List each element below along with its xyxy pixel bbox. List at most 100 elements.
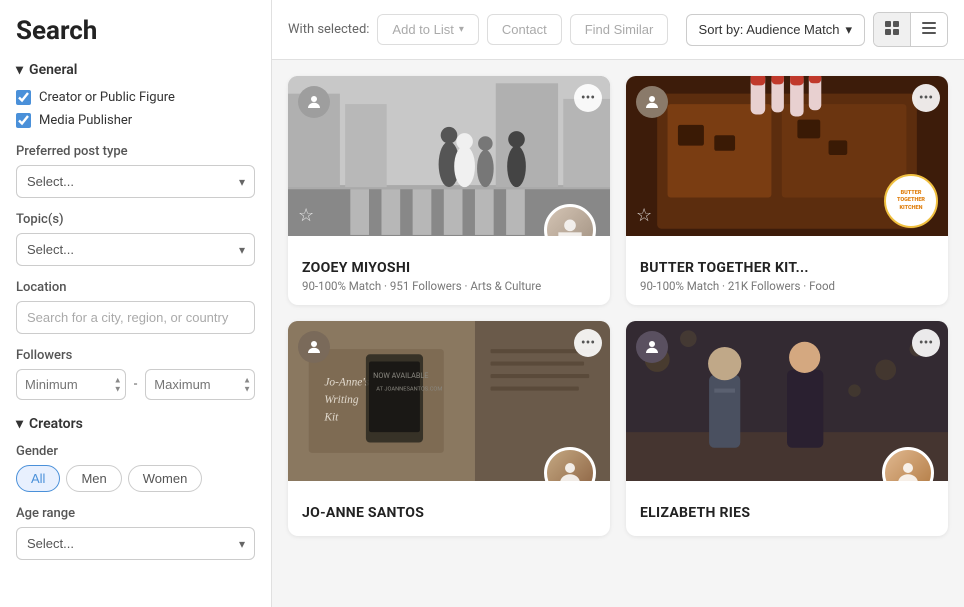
chevron-down-icon: ▾ bbox=[16, 62, 23, 78]
card-1-name: ZOOEY MIYOSHI bbox=[302, 260, 596, 276]
contact-button[interactable]: Contact bbox=[487, 14, 562, 45]
with-selected-label: With selected: bbox=[288, 22, 369, 37]
followers-max-wrap: ▲ ▼ bbox=[145, 369, 255, 400]
creator-card-1[interactable]: ••• ☆ ZOOEY MIYOSHI 90-100% Match · 951 … bbox=[288, 76, 610, 305]
preferred-post-select-wrapper: Select... ▾ bbox=[16, 165, 255, 198]
contact-label: Contact bbox=[502, 22, 547, 37]
gender-label: Gender bbox=[16, 444, 255, 459]
category-checkboxes: Creator or Public Figure Media Publisher bbox=[16, 90, 255, 128]
sort-chevron-icon: ▾ bbox=[845, 22, 852, 38]
svg-text:Kit: Kit bbox=[323, 412, 339, 424]
location-input[interactable] bbox=[16, 301, 255, 334]
spinner-down-icon[interactable]: ▼ bbox=[114, 385, 122, 393]
creator-card-3[interactable]: Jo-Anne's Writing Kit NOW AVAILABLE AT J… bbox=[288, 321, 610, 536]
creators-section-label: Creators bbox=[29, 416, 83, 432]
age-range-select[interactable]: Select... bbox=[16, 527, 255, 560]
card-3-info: Jo-Anne Santos bbox=[288, 481, 610, 536]
gender-men-button[interactable]: Men bbox=[66, 465, 121, 492]
creator-card-4[interactable]: ••• Elizabeth Ries bbox=[626, 321, 948, 536]
card-4-info: Elizabeth Ries bbox=[626, 481, 948, 536]
general-section-header[interactable]: ▾ General bbox=[16, 62, 255, 78]
followers-dash: - bbox=[134, 377, 138, 392]
butter-badge-text: BUTTERTOGETHERKITCHEN bbox=[897, 190, 925, 211]
publisher-checkbox[interactable] bbox=[16, 113, 31, 128]
followers-min-spinner: ▲ ▼ bbox=[114, 376, 122, 393]
followers-max-spinner: ▲ ▼ bbox=[243, 376, 251, 393]
card-1-match: 90-100% Match bbox=[302, 279, 381, 293]
creator-checkbox-item[interactable]: Creator or Public Figure bbox=[16, 90, 255, 105]
grid-view-button[interactable] bbox=[874, 13, 911, 46]
find-similar-button[interactable]: Find Similar bbox=[570, 14, 669, 45]
view-toggle bbox=[873, 12, 948, 47]
add-to-list-button[interactable]: Add to List ▾ bbox=[377, 14, 478, 45]
followers-range-row: ▲ ▼ - ▲ ▼ bbox=[16, 369, 255, 400]
general-section-label: General bbox=[29, 62, 77, 78]
card-4-more-button[interactable]: ••• bbox=[912, 329, 940, 357]
followers-max-input[interactable] bbox=[145, 369, 255, 400]
spinner-up-icon[interactable]: ▲ bbox=[114, 376, 122, 384]
topics-label: Topic(s) bbox=[16, 212, 255, 227]
svg-text:Writing: Writing bbox=[324, 394, 359, 406]
top-bar: With selected: Add to List ▾ Contact Fin… bbox=[272, 0, 964, 60]
top-bar-right: Sort by: Audience Match ▾ bbox=[686, 12, 948, 47]
preferred-post-select[interactable]: Select... bbox=[16, 165, 255, 198]
topics-select-wrapper: Select... ▾ bbox=[16, 233, 255, 266]
card-1-category: Arts & Culture bbox=[470, 279, 541, 293]
creator-grid: ••• ☆ ZOOEY MIYOSHI 90-100% Match · 951 … bbox=[288, 76, 948, 536]
spinner-max-up-icon[interactable]: ▲ bbox=[243, 376, 251, 384]
main-content: With selected: Add to List ▾ Contact Fin… bbox=[272, 0, 964, 607]
gender-women-button[interactable]: Women bbox=[128, 465, 203, 492]
sidebar: Search ▾ General Creator or Public Figur… bbox=[0, 0, 272, 607]
find-similar-label: Find Similar bbox=[585, 22, 654, 37]
top-bar-left: With selected: Add to List ▾ Contact Fin… bbox=[288, 14, 668, 45]
sort-button[interactable]: Sort by: Audience Match ▾ bbox=[686, 14, 865, 46]
creator-checkbox[interactable] bbox=[16, 90, 31, 105]
card-2-name: Butter Together Kit... bbox=[640, 260, 934, 276]
list-view-button[interactable] bbox=[911, 13, 947, 46]
sort-label: Sort by: Audience Match bbox=[699, 22, 840, 37]
card-2-match: 90-100% Match bbox=[640, 279, 719, 293]
creators-chevron-icon: ▾ bbox=[16, 416, 23, 432]
card-2-avatar-icon bbox=[636, 86, 668, 118]
creators-section-header[interactable]: ▾ Creators bbox=[16, 416, 255, 432]
card-1-info: ZOOEY MIYOSHI 90-100% Match · 951 Follow… bbox=[288, 236, 610, 305]
publisher-checkbox-item[interactable]: Media Publisher bbox=[16, 113, 255, 128]
grid-area: ••• ☆ ZOOEY MIYOSHI 90-100% Match · 951 … bbox=[272, 60, 964, 607]
card-4-name: Elizabeth Ries bbox=[640, 505, 934, 521]
topics-select[interactable]: Select... bbox=[16, 233, 255, 266]
page-title: Search bbox=[16, 16, 255, 46]
creator-checkbox-label: Creator or Public Figure bbox=[39, 90, 175, 105]
card-2-meta: 90-100% Match · 21K Followers · Food bbox=[640, 279, 934, 293]
card-2-followers: 21K Followers bbox=[728, 279, 801, 293]
card-3-avatar-icon bbox=[298, 331, 330, 363]
followers-min-input[interactable] bbox=[16, 369, 126, 400]
gender-toggle-row: All Men Women bbox=[16, 465, 255, 492]
butter-badge: BUTTERTOGETHERKITCHEN bbox=[884, 174, 938, 228]
preferred-post-label: Preferred post type bbox=[16, 144, 255, 159]
publisher-checkbox-label: Media Publisher bbox=[39, 113, 132, 128]
card-2-category: Food bbox=[809, 279, 835, 293]
card-4-avatar-icon bbox=[636, 331, 668, 363]
card-2-info: Butter Together Kit... 90-100% Match · 2… bbox=[626, 236, 948, 305]
spinner-max-down-icon[interactable]: ▼ bbox=[243, 385, 251, 393]
svg-text:Jo-Anne's: Jo-Anne's bbox=[324, 376, 369, 388]
card-2-star-button[interactable]: ☆ bbox=[636, 205, 652, 226]
card-3-more-button[interactable]: ••• bbox=[574, 329, 602, 357]
svg-text:AT JOANNESANTOS.COM: AT JOANNESANTOS.COM bbox=[376, 387, 442, 393]
add-to-list-arrow-icon: ▾ bbox=[459, 24, 464, 35]
add-to-list-label: Add to List bbox=[392, 22, 453, 37]
card-2-more-button[interactable]: ••• bbox=[912, 84, 940, 112]
age-range-label: Age range bbox=[16, 506, 255, 521]
location-label: Location bbox=[16, 280, 255, 295]
card-1-more-button[interactable]: ••• bbox=[574, 84, 602, 112]
followers-min-wrap: ▲ ▼ bbox=[16, 369, 126, 400]
age-range-select-wrapper: Select... ▾ bbox=[16, 527, 255, 560]
list-view-icon bbox=[921, 23, 937, 39]
followers-label: Followers bbox=[16, 348, 255, 363]
grid-view-icon bbox=[884, 23, 900, 39]
creator-card-2[interactable]: ••• ☆ BUTTERTOGETHERKITCHEN Butter Toget… bbox=[626, 76, 948, 305]
card-1-avatar-icon bbox=[298, 86, 330, 118]
card-3-name: Jo-Anne Santos bbox=[302, 505, 596, 521]
gender-all-button[interactable]: All bbox=[16, 465, 60, 492]
card-1-star-button[interactable]: ☆ bbox=[298, 205, 314, 226]
